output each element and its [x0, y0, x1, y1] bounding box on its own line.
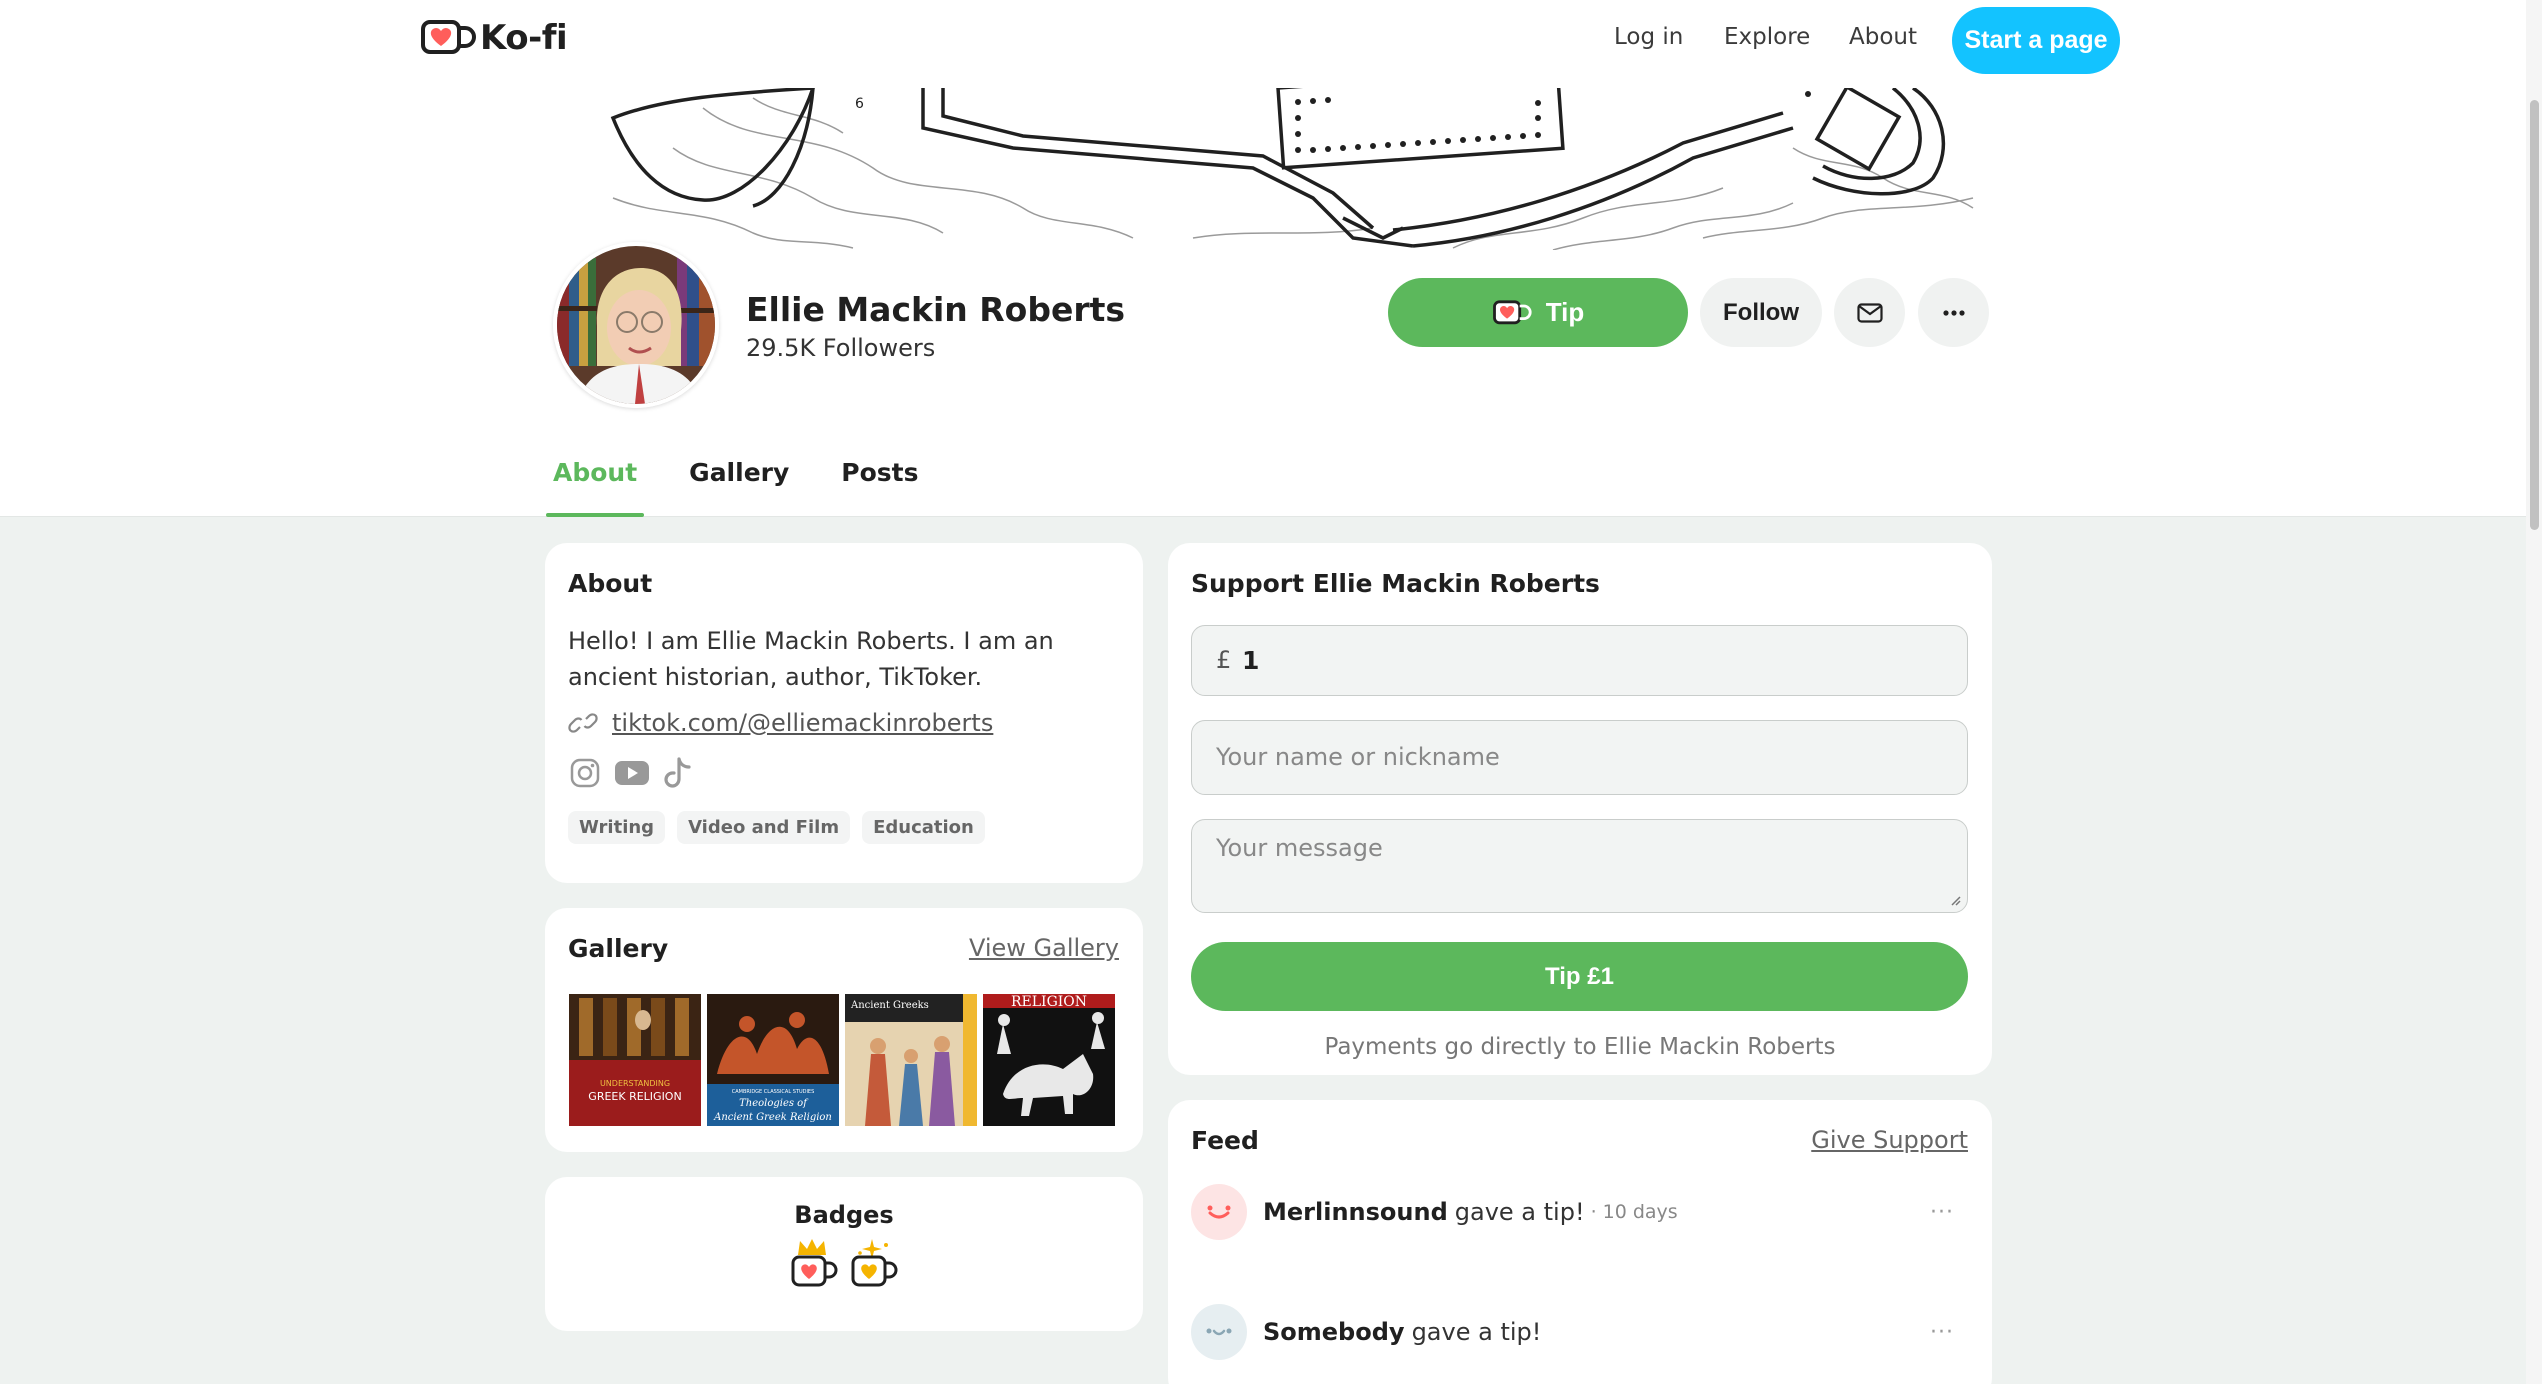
feed-item: Merlinnsound gave a tip! · 10 days ··· [1191, 1182, 1968, 1242]
gallery-thumbnails: UNDERSTANDING GREEK RELIGION CAMBRIDGE C… [569, 994, 1115, 1126]
start-a-page-button[interactable]: Start a page [1952, 7, 2120, 74]
page-scrollbar[interactable] [2526, 0, 2542, 1384]
gallery-card-title: Gallery [568, 934, 669, 963]
gallery-book-2-line3: Ancient Greek Religion [713, 1112, 832, 1123]
about-bio: Hello! I am Ellie Mackin Roberts. I am a… [568, 627, 1054, 691]
badges-list [545, 1237, 1143, 1289]
gallery-book-2-line1: CAMBRIDGE CLASSICAL STUDIES [732, 1089, 815, 1095]
tip-button[interactable]: Tip [1388, 278, 1688, 347]
gallery-book-4-line1: RELIGION [1011, 994, 1087, 1010]
gallery-book-2-line2: Theologies of [739, 1098, 809, 1109]
tab-gallery[interactable]: Gallery [682, 440, 796, 517]
feed-item: Somebody gave a tip! ··· [1191, 1302, 1968, 1362]
gallery-book-1-line2: GREEK RELIGION [588, 1090, 681, 1103]
cover-banner-image: 6 [553, 88, 1983, 250]
creator-name: Ellie Mackin Roberts [746, 290, 1126, 329]
logo-text: Ko-fi [480, 18, 568, 58]
kofi-logo[interactable]: Ko-fi [420, 18, 568, 58]
feed-action-text: gave a tip! [1454, 1198, 1585, 1226]
name-input-placeholder: Your name or nickname [1216, 743, 1500, 771]
scrollbar-thumb[interactable] [2530, 100, 2539, 530]
tab-posts[interactable]: Posts [834, 440, 925, 517]
currency-symbol: £ [1216, 646, 1232, 674]
tag-writing[interactable]: Writing [568, 811, 666, 844]
social-links [570, 757, 692, 789]
nav-login-link[interactable]: Log in [1614, 24, 1683, 50]
give-support-link[interactable]: Give Support [1811, 1126, 1968, 1154]
kofi-cup-icon [1492, 299, 1532, 324]
about-link-row: tiktok.com/@elliemackinroberts [568, 709, 993, 737]
gallery-book-3-line1: Ancient Greeks [850, 1000, 929, 1011]
more-options-button[interactable] [1918, 278, 1989, 347]
smile-face-icon [1207, 1205, 1231, 1219]
follow-button[interactable]: Follow [1700, 278, 1822, 347]
feed-card: Feed Give Support Merlinnsound gave a ti… [1168, 1100, 1992, 1384]
sleepy-face-icon [1206, 1328, 1232, 1336]
gallery-thumbnail[interactable]: UNDERSTANDING GREEK RELIGION [569, 994, 701, 1126]
kofi-cup-icon [421, 20, 476, 54]
feed-supporter-name[interactable]: Merlinnsound [1263, 1198, 1448, 1226]
creator-avatar [553, 242, 719, 408]
feed-supporter-name[interactable]: Somebody [1263, 1318, 1405, 1346]
gallery-book-1-line1: UNDERSTANDING [600, 1079, 670, 1088]
top-navbar: Ko-fi Log in Explore About Start a page [0, 0, 2542, 84]
feed-action-text: gave a tip! [1411, 1318, 1542, 1346]
svg-text:6: 6 [855, 96, 864, 112]
name-input[interactable]: Your name or nickname [1191, 720, 1968, 795]
envelope-icon [1856, 302, 1883, 323]
feed-timestamp: · 10 days [1590, 1201, 1678, 1223]
badges-title: Badges [794, 1201, 894, 1229]
gallery-thumbnail[interactable]: Ancient Greeks [845, 994, 977, 1126]
nav-about-link[interactable]: About [1849, 24, 1917, 50]
tiktok-icon[interactable] [664, 757, 692, 789]
feed-avatar-smile [1191, 1184, 1247, 1240]
more-dots-icon [1942, 309, 1965, 316]
resize-handle-icon[interactable] [1949, 894, 1961, 906]
link-icon [568, 713, 598, 733]
profile-tabs: About Gallery Posts [546, 440, 964, 517]
tiktok-profile-link[interactable]: tiktok.com/@elliemackinroberts [612, 709, 993, 737]
feed-card-title: Feed [1191, 1126, 1259, 1155]
feed-avatar-anonymous [1191, 1304, 1247, 1360]
feed-more-menu[interactable]: ··· [1930, 1200, 1954, 1225]
support-card: Support Ellie Mackin Roberts £ 1 Your na… [1168, 543, 1992, 1075]
sparkle-badge-icon[interactable] [850, 1237, 898, 1289]
gallery-thumbnail[interactable]: RELIGION [983, 994, 1115, 1126]
followers-count: 29.5K Followers [746, 334, 936, 362]
tip-submit-button[interactable]: Tip £1 [1191, 942, 1968, 1011]
tip-button-label: Tip [1545, 297, 1585, 327]
category-tags: Writing Video and Film Education [568, 811, 985, 844]
payments-note: Payments go directly to Ellie Mackin Rob… [1324, 1034, 1836, 1060]
about-card: About Hello! I am Ellie Mackin Roberts. … [545, 543, 1143, 883]
tag-education[interactable]: Education [862, 811, 985, 844]
tip-amount-value: 1 [1242, 646, 1260, 675]
tag-video-and-film[interactable]: Video and Film [677, 811, 851, 844]
about-card-title: About [568, 569, 653, 598]
badges-card: Badges [545, 1177, 1143, 1331]
crown-badge-icon[interactable] [790, 1237, 838, 1289]
youtube-icon[interactable] [614, 759, 650, 787]
tip-amount-field[interactable]: £ 1 [1191, 625, 1968, 696]
nav-explore-link[interactable]: Explore [1724, 24, 1810, 50]
message-button[interactable] [1834, 278, 1905, 347]
message-textarea[interactable]: Your message [1191, 819, 1968, 913]
support-card-title: Support Ellie Mackin Roberts [1191, 569, 1600, 598]
instagram-icon[interactable] [570, 758, 600, 788]
profile-header-area: Ko-fi Log in Explore About Start a page [0, 0, 2542, 517]
gallery-thumbnail[interactable]: CAMBRIDGE CLASSICAL STUDIES Theologies o… [707, 994, 839, 1126]
tab-about[interactable]: About [546, 440, 645, 517]
site-plan-illustration: 6 [610, 88, 1974, 250]
feed-more-menu[interactable]: ··· [1930, 1320, 1954, 1345]
gallery-card: Gallery View Gallery UNDERSTANDING GREEK… [545, 908, 1143, 1152]
message-placeholder: Your message [1216, 834, 1383, 862]
view-gallery-link[interactable]: View Gallery [969, 934, 1119, 962]
